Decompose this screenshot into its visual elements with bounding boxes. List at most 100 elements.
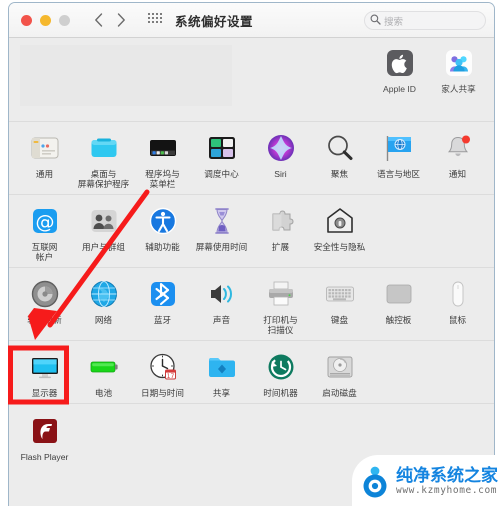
navigation-arrows bbox=[94, 13, 126, 27]
account-section: Apple ID 家人共享 bbox=[9, 38, 494, 122]
traffic-lights bbox=[21, 14, 70, 26]
spotlight-icon bbox=[323, 131, 357, 165]
pref-pane-date-time[interactable]: 17 日期与时间 bbox=[133, 348, 192, 398]
pref-pane-label: 桌面与 屏幕保护程序 bbox=[77, 169, 130, 189]
pref-pane-battery[interactable]: 电池 bbox=[74, 348, 133, 398]
pref-pane-label: Siri bbox=[274, 169, 287, 179]
pref-pane-label: 聚焦 bbox=[330, 169, 349, 179]
pref-pane-printers-scanners[interactable]: 打印机与 扫描仪 bbox=[251, 275, 310, 335]
pref-pane-family-sharing[interactable]: 家人共享 bbox=[429, 44, 488, 94]
pref-pane-security-privacy[interactable]: 安全性与隐私 bbox=[310, 202, 369, 262]
pref-pane-label: 安全性与隐私 bbox=[313, 242, 366, 252]
pref-pane-notifications[interactable]: 通知 bbox=[428, 129, 487, 189]
window-title: 系统偏好设置 bbox=[175, 14, 254, 29]
screen-time-icon bbox=[205, 204, 239, 238]
screenshot-root: 系统偏好设置 搜索 Apple ID 家人共享 通用 桌面与 屏幕保护程序 程序… bbox=[0, 0, 500, 508]
pref-pane-trackpad[interactable]: 触控板 bbox=[369, 275, 428, 335]
zoom-button bbox=[59, 14, 70, 26]
pref-pane-sound[interactable]: 声音 bbox=[192, 275, 251, 335]
pref-pane-label: 网络 bbox=[94, 315, 113, 325]
desktop-screensaver-icon bbox=[87, 131, 121, 165]
dock-menubar-icon bbox=[146, 131, 180, 165]
forward-icon[interactable] bbox=[117, 13, 126, 27]
pref-pane-dock-menubar[interactable]: 程序坞与 菜单栏 bbox=[133, 129, 192, 189]
pref-pane-label: 声音 bbox=[212, 315, 231, 325]
pref-pane-extensions[interactable]: 扩展 bbox=[251, 202, 310, 262]
pref-pane-label: 键盘 bbox=[330, 315, 349, 325]
close-button[interactable] bbox=[21, 14, 32, 26]
pref-pane-software-update[interactable]: 软件更新 bbox=[15, 275, 74, 335]
mission-control-icon bbox=[205, 131, 239, 165]
pref-pane-label: 蓝牙 bbox=[153, 315, 172, 325]
watermark-url: www.kzmyhome.com bbox=[396, 484, 498, 496]
network-icon bbox=[87, 277, 121, 311]
pref-pane-language-region[interactable]: 语言与地区 bbox=[369, 129, 428, 189]
printers-scanners-icon bbox=[264, 277, 298, 311]
pref-pane-label: 触控板 bbox=[385, 315, 412, 325]
preferences-section-personal: 通用 桌面与 屏幕保护程序 程序坞与 菜单栏 调度中心 Siri 聚焦 语言与地… bbox=[9, 122, 494, 195]
pref-pane-label: 启动磁盘 bbox=[322, 388, 357, 398]
keyboard-icon bbox=[323, 277, 357, 311]
pref-pane-internet-accounts[interactable]: @ 互联网 帐户 bbox=[15, 202, 74, 262]
back-icon[interactable] bbox=[94, 13, 103, 27]
notifications-icon bbox=[441, 131, 475, 165]
pref-pane-users-groups[interactable]: 用户与群组 bbox=[74, 202, 133, 262]
apple-id-icon bbox=[383, 46, 417, 80]
search-placeholder: 搜索 bbox=[384, 16, 404, 28]
pref-pane-apple-id[interactable]: Apple ID bbox=[370, 44, 429, 94]
pref-pane-network[interactable]: 网络 bbox=[74, 275, 133, 335]
show-all-grid-icon[interactable] bbox=[148, 11, 162, 29]
svg-text:17: 17 bbox=[166, 373, 174, 380]
pref-pane-spotlight[interactable]: 聚焦 bbox=[310, 129, 369, 189]
pref-pane-label: 语言与地区 bbox=[377, 169, 420, 179]
pref-pane-displays[interactable]: 显示器 bbox=[15, 348, 74, 398]
search-field[interactable]: 搜索 bbox=[364, 11, 486, 30]
pref-pane-keyboard[interactable]: 键盘 bbox=[310, 275, 369, 335]
pref-pane-screen-time[interactable]: 屏幕使用时间 bbox=[192, 202, 251, 262]
pref-pane-label: 打印机与 扫描仪 bbox=[263, 315, 298, 335]
pref-pane-label: 通用 bbox=[35, 169, 54, 179]
language-region-icon bbox=[382, 131, 416, 165]
pref-pane-label: 鼠标 bbox=[448, 315, 467, 325]
pref-pane-desktop-screensaver[interactable]: 桌面与 屏幕保护程序 bbox=[74, 129, 133, 189]
pref-pane-label: 辅助功能 bbox=[145, 242, 180, 252]
flash-player-icon bbox=[28, 414, 62, 448]
pref-pane-startup-disk[interactable]: 启动磁盘 bbox=[310, 348, 369, 398]
pref-pane-label: 用户与群组 bbox=[82, 242, 125, 252]
security-privacy-icon bbox=[323, 204, 357, 238]
pref-pane-flash-player[interactable]: Flash Player bbox=[15, 412, 74, 462]
pref-pane-label: 家人共享 bbox=[441, 84, 476, 94]
pref-pane-sharing[interactable]: 共享 bbox=[192, 348, 251, 398]
pref-pane-bluetooth[interactable]: 蓝牙 bbox=[133, 275, 192, 335]
watermark-logo-icon bbox=[358, 465, 392, 499]
pref-pane-label: 时间机器 bbox=[263, 388, 298, 398]
pref-pane-siri[interactable]: Siri bbox=[251, 129, 310, 189]
users-groups-icon bbox=[87, 204, 121, 238]
sharing-icon bbox=[205, 350, 239, 384]
siri-icon bbox=[264, 131, 298, 165]
minimize-button[interactable] bbox=[40, 14, 51, 26]
watermark-text: 纯净系统之家 www.kzmyhome.com bbox=[396, 467, 498, 497]
time-machine-icon bbox=[264, 350, 298, 384]
pref-pane-label: 电池 bbox=[94, 388, 113, 398]
pref-pane-time-machine[interactable]: 时间机器 bbox=[251, 348, 310, 398]
sound-icon bbox=[205, 277, 239, 311]
bluetooth-icon bbox=[146, 277, 180, 311]
pref-pane-mission-control[interactable]: 调度中心 bbox=[192, 129, 251, 189]
software-update-icon bbox=[28, 277, 62, 311]
pref-pane-accessibility[interactable]: 辅助功能 bbox=[133, 202, 192, 262]
pref-pane-label: Flash Player bbox=[20, 452, 69, 462]
pref-pane-label: 互联网 帐户 bbox=[31, 242, 58, 262]
pref-pane-general[interactable]: 通用 bbox=[15, 129, 74, 189]
pref-pane-label: 共享 bbox=[212, 388, 231, 398]
account-placeholder-panel bbox=[20, 45, 232, 106]
preferences-section-hardware: 软件更新 网络 蓝牙 声音 打印机与 扫描仪 键盘 触控板 鼠标 bbox=[9, 268, 494, 341]
pref-pane-mouse[interactable]: 鼠标 bbox=[428, 275, 487, 335]
date-time-icon: 17 bbox=[146, 350, 180, 384]
pref-pane-label: 日期与时间 bbox=[141, 388, 184, 398]
pref-pane-label: 扩展 bbox=[271, 242, 290, 252]
site-watermark: 纯净系统之家 www.kzmyhome.com bbox=[352, 455, 500, 508]
family-sharing-icon bbox=[442, 46, 476, 80]
watermark-name: 纯净系统之家 bbox=[396, 465, 498, 486]
system-preferences-window: 系统偏好设置 搜索 Apple ID 家人共享 通用 桌面与 屏幕保护程序 程序… bbox=[8, 2, 495, 506]
